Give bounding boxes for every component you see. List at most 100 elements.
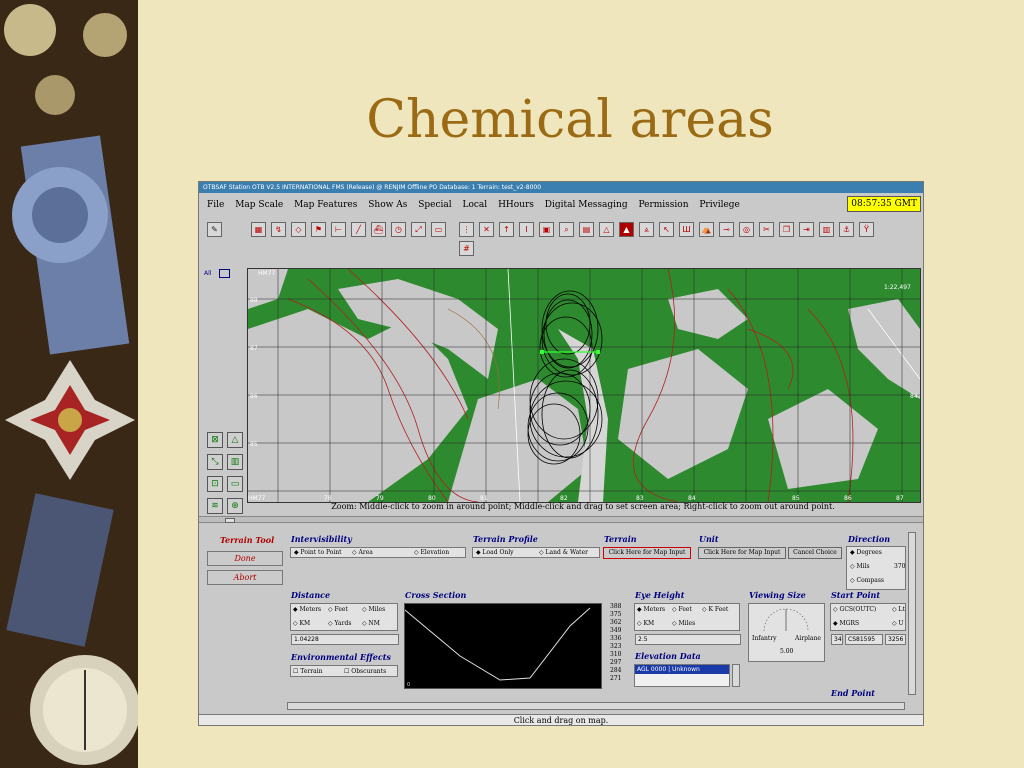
clock-icon[interactable]: ◷	[391, 222, 406, 237]
menu-privilege[interactable]: Privilege	[699, 194, 740, 216]
menu-file[interactable]: File	[207, 194, 224, 216]
zoom-icon[interactable]: ⌕	[559, 222, 574, 237]
menu-local[interactable]: Local	[463, 194, 488, 216]
radio-miles[interactable]: ◇ Miles	[362, 606, 385, 613]
start-point-zone-field[interactable]: 34	[831, 634, 843, 645]
menu-permission[interactable]: Permission	[638, 194, 688, 216]
hash-icon[interactable]: #	[459, 241, 474, 256]
scissors-icon[interactable]: ✂	[759, 222, 774, 237]
iff-icon[interactable]: Ⅰ	[519, 222, 534, 237]
bars-icon[interactable]: Ш	[679, 222, 694, 237]
checkbox-terrain[interactable]: ☐ Terrain	[293, 668, 322, 675]
radio-feet[interactable]: ◇ Feet	[328, 606, 348, 613]
area-icon[interactable]: ◇	[291, 222, 306, 237]
menu-hhours[interactable]: HHours	[498, 194, 534, 216]
radio-elevation[interactable]: ◇ Elevation	[414, 549, 449, 556]
start-point-label: Start Point	[831, 590, 881, 600]
terrain-map[interactable]: HM77 1:22,497 HM77 78 79 80 81 82 83 84 …	[247, 268, 921, 503]
radio-land-water[interactable]: ◇ Land & Water	[539, 549, 588, 556]
crosshair-icon[interactable]: ⊕	[227, 498, 243, 514]
arrow-up-icon[interactable]: ↑	[499, 222, 514, 237]
zoom-triangle-icon[interactable]: △	[227, 432, 243, 448]
zoom-window-icon[interactable]: ▭	[227, 476, 243, 492]
start-point-easting-field[interactable]: CS81595	[845, 634, 883, 645]
eye-height-field[interactable]: 2.5	[635, 634, 741, 645]
zoom-bars-icon[interactable]: ▥	[227, 454, 243, 470]
radio-meters[interactable]: ◆ Meters	[293, 606, 321, 613]
radio-yards[interactable]: ◇ Yards	[328, 620, 351, 627]
flag-icon[interactable]: ⚑	[311, 222, 326, 237]
radio-eye-km[interactable]: ◇ KM	[637, 620, 654, 627]
radio-point-to-point[interactable]: ◆ Point to Point	[294, 549, 342, 556]
radio-mgrs[interactable]: ◆ MGRS	[833, 620, 859, 627]
crossed-icon[interactable]: ✕	[479, 222, 494, 237]
radio-eye-kfeet[interactable]: ◇ K Feet	[702, 606, 728, 613]
menu-digital-messaging[interactable]: Digital Messaging	[545, 194, 628, 216]
done-button[interactable]: Done	[207, 551, 283, 566]
grid-toggle-icon[interactable]	[219, 269, 230, 278]
menu-show-as[interactable]: Show As	[368, 194, 407, 216]
grid-tool-icon[interactable]: ▦	[251, 222, 266, 237]
cursor-icon[interactable]: ↖	[659, 222, 674, 237]
signal-icon[interactable]: ≋	[207, 498, 223, 514]
pin-icon[interactable]: ✎	[207, 222, 222, 237]
radio-area[interactable]: ◇ Area	[352, 549, 373, 556]
panel-vertical-scrollbar[interactable]	[908, 532, 916, 695]
mountain-icon[interactable]: ⩓	[639, 222, 654, 237]
radio-nm[interactable]: ◇ NM	[362, 620, 380, 627]
bell-icon[interactable]: △	[599, 222, 614, 237]
building-icon[interactable]: ▥	[819, 222, 834, 237]
menu-special[interactable]: Special	[418, 194, 451, 216]
radio-eye-feet[interactable]: ◇ Feet	[672, 606, 692, 613]
exit-icon[interactable]: ⇥	[799, 222, 814, 237]
radio-gcs[interactable]: ◇ GCS(OUTC)	[833, 606, 876, 613]
side-label-all[interactable]: All	[204, 270, 211, 277]
radio-load-only[interactable]: ◆ Load Only	[476, 549, 514, 556]
menu-map-features[interactable]: Map Features	[294, 194, 357, 216]
line-icon[interactable]: ╱	[351, 222, 366, 237]
menu-map-scale[interactable]: Map Scale	[235, 194, 283, 216]
panel-horizontal-scrollbar[interactable]	[287, 702, 905, 710]
radio-compass[interactable]: ◇ Compass	[850, 577, 884, 584]
radio-km[interactable]: ◇ KM	[293, 620, 310, 627]
window-title-bar[interactable]: OTBSAF Station OTB V2.5 INTERNATIONAL FM…	[199, 182, 923, 193]
tent-icon[interactable]: ⛺	[699, 222, 714, 237]
link-icon[interactable]: ⊸	[719, 222, 734, 237]
start-point-northing-field[interactable]: 3256	[885, 634, 906, 645]
unit-icon[interactable]: ⊢	[331, 222, 346, 237]
distance-value-field[interactable]: 1.04228	[291, 634, 399, 645]
glass-icon[interactable]: Ÿ	[859, 222, 874, 237]
viewing-size-dial[interactable]	[758, 605, 814, 635]
ship-icon[interactable]: ⛴	[371, 222, 386, 237]
route-icon[interactable]: ↯	[271, 222, 286, 237]
radio-mils[interactable]: ◇ Mils	[850, 563, 870, 570]
map-canvas[interactable]: HM77 1:22,497 HM77 78 79 80 81 82 83 84 …	[248, 269, 920, 502]
terrain-tool-icon[interactable]: ▲	[619, 222, 634, 237]
zoom-corner-icon[interactable]: ⤡	[207, 454, 223, 470]
radio-degrees[interactable]: ◆ Degrees	[850, 549, 882, 556]
anchor-icon[interactable]: ⚓	[839, 222, 854, 237]
splitter-handle[interactable]	[225, 518, 235, 523]
unit-map-input-button[interactable]: Click Here for Map Input	[698, 547, 786, 559]
cancel-choice-button[interactable]: Cancel Choice	[788, 547, 842, 559]
radio-eye-miles[interactable]: ◇ Miles	[672, 620, 695, 627]
waypoint-icon[interactable]: ⋮	[459, 222, 474, 237]
target-icon[interactable]: ◎	[739, 222, 754, 237]
measure-icon[interactable]: ⤢	[411, 222, 426, 237]
radio-u[interactable]: ◇ U	[892, 620, 904, 627]
terrain-map-input-button[interactable]: Click Here for Map Input	[603, 547, 691, 559]
zoom-out-icon[interactable]: ⊡	[207, 476, 223, 492]
elevation-data-scrollbar[interactable]	[732, 664, 740, 687]
elevation-data-selected[interactable]: AGL 0000 | Unknown	[635, 665, 729, 674]
checkbox-obscurants[interactable]: ☐ Obscurants	[344, 668, 386, 675]
copy-icon[interactable]: ❐	[779, 222, 794, 237]
viewing-size-airplane: Airplane	[795, 635, 821, 642]
zoom-fit-icon[interactable]: ⊠	[207, 432, 223, 448]
panel-splitter[interactable]	[199, 516, 923, 523]
abort-button[interactable]: Abort	[207, 570, 283, 585]
radio-eye-meters[interactable]: ◆ Meters	[637, 606, 665, 613]
panel-icon[interactable]: ▭	[431, 222, 446, 237]
hatch-icon[interactable]: ▤	[579, 222, 594, 237]
box-icon[interactable]: ▣	[539, 222, 554, 237]
radio-lt[interactable]: ◇ Lt	[892, 606, 905, 613]
